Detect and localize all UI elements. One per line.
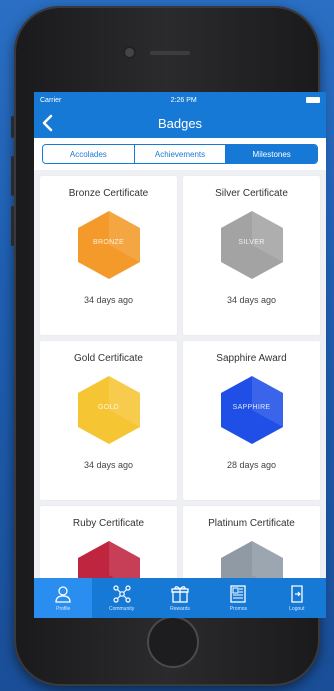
app-screen: Carrier 2:26 PM Badges Accolades Achieve… — [34, 92, 326, 618]
tab-label: Promos — [229, 606, 248, 612]
carrier-label: Carrier — [40, 96, 62, 104]
tab-label: Logout — [289, 606, 305, 612]
earpiece-speaker — [150, 51, 190, 55]
segment-achievements[interactable]: Achievements — [134, 145, 227, 163]
badge-hexagon-icon: GOLD — [76, 374, 142, 446]
badge-date: 34 days ago — [83, 460, 134, 470]
badge-title: Sapphire Award — [216, 353, 287, 364]
tab-community[interactable]: Community — [92, 578, 150, 618]
segment-milestones[interactable]: Milestones — [226, 145, 317, 163]
front-camera — [125, 48, 134, 57]
tab-profile[interactable]: Profile — [34, 578, 93, 618]
user-icon — [55, 586, 71, 603]
badge-card[interactable]: Gold Certificate GOLD 34 days ago — [40, 341, 177, 500]
tab-label: Rewards — [170, 606, 190, 612]
badge-title: Gold Certificate — [74, 353, 143, 364]
badge-title: Bronze Certificate — [68, 188, 149, 199]
tab-rewards[interactable]: Rewards — [151, 578, 209, 618]
badge-hex-label: BRONZE — [93, 239, 124, 246]
mute-switch — [11, 116, 14, 138]
status-bar: Carrier 2:26 PM — [34, 92, 326, 108]
tab-label: Community — [108, 606, 135, 612]
badge-title: Silver Certificate — [215, 188, 288, 199]
navigation-bar: Badges — [34, 108, 326, 138]
tab-promos[interactable]: Promos — [209, 578, 267, 618]
tab-bar: Profile Community Rewards Promos Logout — [34, 578, 326, 618]
status-time: 2:26 PM — [170, 96, 197, 104]
segmented-control: Accolades Achievements Milestones — [42, 144, 318, 164]
badge-date: 34 days ago — [83, 295, 134, 305]
page-title: Badges — [157, 115, 203, 131]
segment-accolades[interactable]: Accolades — [43, 145, 135, 163]
badge-hexagon-icon: SILVER — [219, 209, 285, 281]
tab-logout[interactable]: Logout — [268, 578, 326, 618]
badge-card[interactable]: Bronze Certificate BRONZE 34 days ago — [40, 176, 177, 335]
badge-date: 34 days ago — [226, 295, 277, 305]
badge-hexagon-icon: BRONZE — [76, 209, 142, 281]
badge-date: 28 days ago — [226, 460, 277, 470]
back-chevron-icon[interactable] — [40, 113, 56, 133]
badge-card[interactable]: Sapphire Award SAPPHIRE 28 days ago — [183, 341, 320, 500]
battery-icon — [306, 97, 320, 103]
badge-hex-label: SAPPHIRE — [232, 404, 271, 411]
logout-icon — [291, 585, 303, 603]
badge-grid: Bronze Certificate BRONZE 34 days ago Si… — [34, 170, 326, 618]
gift-icon — [171, 586, 189, 603]
badge-hexagon-icon: SAPPHIRE — [219, 374, 285, 446]
badge-card[interactable]: Silver Certificate SILVER 34 days ago — [183, 176, 320, 335]
volume-up-button — [11, 156, 14, 196]
badge-hex-label: SILVER — [238, 239, 265, 246]
badge-title: Ruby Certificate — [72, 518, 145, 529]
badge-hex-label: GOLD — [97, 404, 120, 411]
volume-down-button — [11, 206, 14, 246]
newspaper-icon — [230, 585, 247, 603]
home-button[interactable] — [147, 616, 199, 668]
badge-title: Platinum Certificate — [208, 518, 295, 529]
segment-container: Accolades Achievements Milestones — [34, 138, 326, 170]
tab-label: Profile — [56, 606, 71, 612]
community-icon — [113, 585, 131, 603]
